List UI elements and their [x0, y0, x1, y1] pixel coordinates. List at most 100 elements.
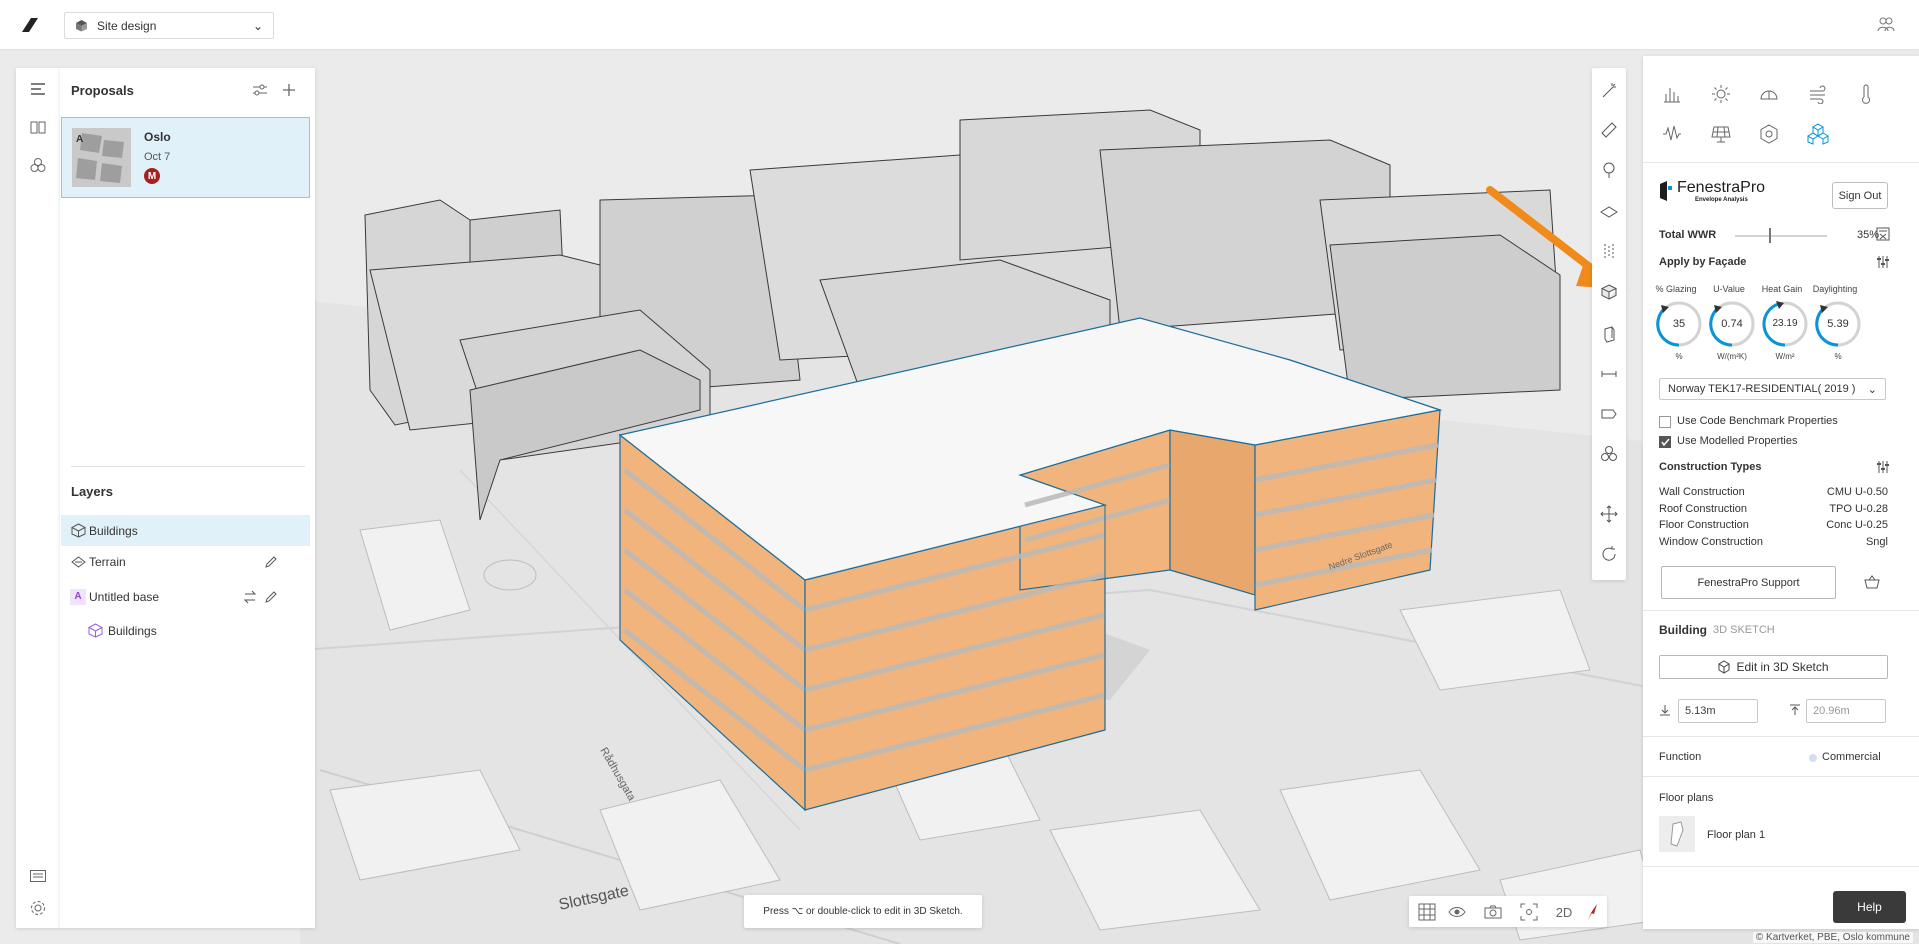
- pencil-ruler-icon[interactable]: [1599, 120, 1619, 140]
- view-controls-bar: 2D: [1409, 896, 1607, 927]
- sketch-box-icon: [1718, 660, 1731, 674]
- eye-icon[interactable]: [1447, 902, 1467, 922]
- panel-separator: [1643, 162, 1919, 163]
- hexagon-energy-icon[interactable]: [1757, 122, 1781, 146]
- function-value[interactable]: Commercial: [1822, 751, 1881, 763]
- edit-3d-sketch-button[interactable]: Edit in 3D Sketch: [1659, 655, 1888, 679]
- floor-plan-item[interactable]: Floor plan 1: [1707, 829, 1765, 841]
- fenestrapro-tagline: Envelope Analysis: [1695, 197, 1748, 203]
- label-tag-icon[interactable]: [1599, 404, 1619, 424]
- layers-title: Layers: [71, 484, 113, 499]
- edit-3d-sketch-label: Edit in 3D Sketch: [1736, 660, 1829, 674]
- analysis-cubes-icon[interactable]: [29, 156, 47, 174]
- layer-row-untitled-base[interactable]: A Untitled base: [61, 581, 310, 612]
- sun-icon[interactable]: [1709, 82, 1733, 106]
- fenestrapro-support-button[interactable]: FenestraPro Support: [1661, 566, 1836, 599]
- proposals-title: Proposals: [71, 83, 134, 98]
- function-label: Function: [1659, 751, 1702, 763]
- gauge-value-glazing: 35: [1672, 318, 1686, 330]
- grid-icon[interactable]: [1417, 902, 1437, 922]
- measure-icon[interactable]: [1599, 364, 1619, 384]
- layer-row-sub-buildings[interactable]: Buildings: [61, 615, 310, 646]
- tool-bar: [1592, 68, 1626, 580]
- layer-label: Buildings: [89, 523, 138, 538]
- help-button[interactable]: Help: [1833, 891, 1906, 923]
- menu-icon[interactable]: [29, 80, 47, 98]
- panel-separator: [1643, 776, 1919, 777]
- code-benchmark-value: Norway TEK17-RESIDENTIAL( 2019 ): [1668, 383, 1856, 395]
- camera-icon[interactable]: [1483, 902, 1503, 922]
- book-icon[interactable]: [29, 118, 47, 136]
- rotate-icon[interactable]: [1599, 544, 1619, 564]
- construction-row-floor: Floor Construction Conc U-0.25: [1659, 519, 1888, 531]
- proposal-name: Oslo: [144, 130, 171, 144]
- add-proposal-icon[interactable]: [281, 82, 297, 98]
- chevron-down-icon: ⌄: [252, 18, 263, 33]
- box-building-icon[interactable]: [1599, 282, 1619, 302]
- calculator-icon[interactable]: [1876, 227, 1890, 244]
- section-icon[interactable]: [1599, 242, 1619, 262]
- building-outline-icon[interactable]: [1599, 324, 1619, 344]
- wind-icon[interactable]: [1806, 82, 1830, 106]
- apply-by-facade-label: Apply by Façade: [1659, 256, 1747, 268]
- toggle-2d-button[interactable]: 2D: [1551, 902, 1577, 922]
- use-modelled-checkbox[interactable]: [1659, 436, 1671, 448]
- wwr-slider-thumb[interactable]: [1769, 228, 1771, 243]
- avatar: M: [144, 168, 160, 184]
- terrain-layer-icon: [70, 554, 86, 570]
- adjust-sliders-icon[interactable]: [1877, 460, 1889, 477]
- layer-row-terrain[interactable]: Terrain: [61, 546, 310, 577]
- adjust-sliders-icon[interactable]: [1877, 255, 1889, 272]
- site-selector[interactable]: Site design ⌄: [64, 12, 274, 39]
- keyboard-icon[interactable]: [29, 867, 47, 885]
- collaborators-icon[interactable]: [1877, 16, 1895, 32]
- code-benchmark-dropdown[interactable]: Norway TEK17-RESIDENTIAL( 2019 ) ⌄: [1659, 378, 1886, 400]
- magic-wand-icon[interactable]: [1599, 80, 1619, 100]
- base-height-input[interactable]: 5.13m: [1678, 699, 1758, 723]
- tree-icon[interactable]: [1599, 160, 1619, 180]
- fenestrapro-mark-icon: [1660, 181, 1672, 201]
- thermometer-icon[interactable]: [1854, 82, 1878, 106]
- floor-plan-thumbnail[interactable]: [1659, 816, 1695, 852]
- wwr-slider-track[interactable]: [1735, 235, 1827, 237]
- basket-icon[interactable]: [1864, 575, 1880, 592]
- autodesk-logo-icon[interactable]: [22, 18, 38, 32]
- buildings-layer-icon: [87, 623, 103, 639]
- fenestrapro-cubes-icon[interactable]: [1806, 122, 1830, 146]
- base-layer-badge: A: [70, 588, 86, 605]
- edit-pencil-icon[interactable]: [264, 590, 278, 604]
- sign-out-button[interactable]: Sign Out: [1832, 182, 1888, 209]
- cluster-icon[interactable]: [1599, 444, 1619, 464]
- use-modelled-label: Use Modelled Properties: [1677, 435, 1798, 447]
- use-code-checkbox[interactable]: [1659, 416, 1671, 428]
- move-arrows-icon[interactable]: [1599, 504, 1619, 524]
- top-height-input[interactable]: 20.96m: [1806, 699, 1886, 723]
- focus-icon[interactable]: [1519, 902, 1539, 922]
- settings-gear-icon[interactable]: [29, 899, 47, 917]
- layer-label: Buildings: [108, 623, 157, 638]
- edit-pencil-icon[interactable]: [264, 555, 278, 569]
- gauge-unit-daylighting: %: [1834, 352, 1842, 361]
- sun-dome-icon[interactable]: [1757, 82, 1781, 106]
- bar-chart-icon[interactable]: [1660, 82, 1684, 106]
- proposal-card-oslo[interactable]: A Oslo Oct 7 M: [61, 117, 310, 198]
- solar-panel-icon[interactable]: [1709, 122, 1733, 146]
- construction-row-wall: Wall Construction CMU U-0.50: [1659, 486, 1888, 498]
- site-cube-icon: [76, 20, 87, 32]
- edit-hint-toast: Press ⌥ or double-click to edit in 3D Sk…: [744, 895, 982, 928]
- layer-row-buildings[interactable]: Buildings: [61, 515, 310, 546]
- noise-wave-icon[interactable]: [1660, 122, 1684, 146]
- use-code-label: Use Code Benchmark Properties: [1677, 415, 1838, 427]
- compass-icon[interactable]: [1581, 902, 1601, 922]
- gauge-unit-u-value: W/(m²K): [1717, 352, 1747, 361]
- filter-sliders-icon[interactable]: [252, 82, 268, 98]
- site-name: Site design: [97, 18, 157, 33]
- surface-icon[interactable]: [1599, 202, 1619, 222]
- swap-arrows-icon[interactable]: [243, 590, 257, 604]
- buildings-layer-icon: [70, 523, 86, 539]
- analysis-panel: FenestraPro Envelope Analysis Sign Out T…: [1643, 56, 1919, 929]
- floor-plans-title: Floor plans: [1659, 792, 1714, 804]
- construction-row-roof: Roof Construction TPO U-0.28: [1659, 503, 1888, 515]
- base-elevation-icon: [1659, 704, 1671, 719]
- panel-separator: [1643, 610, 1919, 611]
